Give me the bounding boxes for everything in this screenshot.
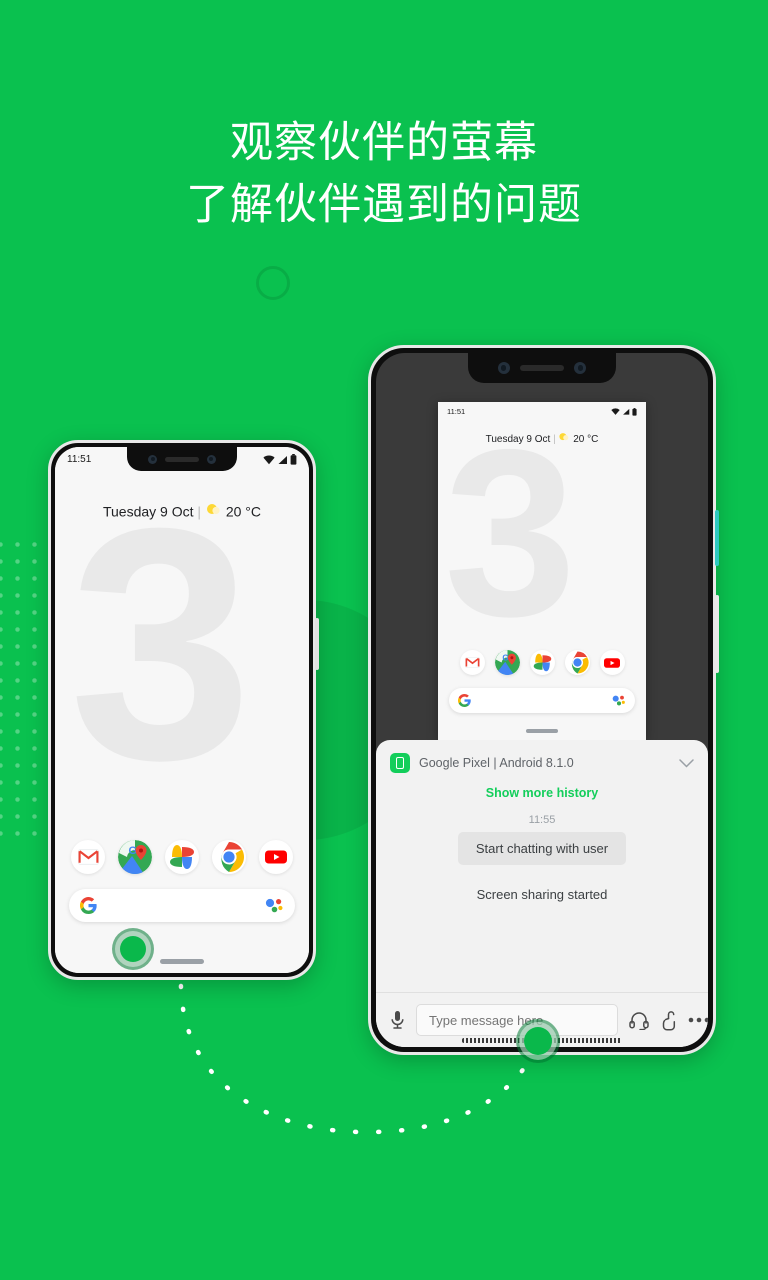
front-camera-secondary-icon [206, 454, 216, 464]
svg-text:G: G [502, 653, 508, 662]
battery-icon [290, 454, 297, 465]
chat-device-header[interactable]: Google Pixel | Android 8.1.0 [376, 740, 708, 782]
chevron-down-icon[interactable] [679, 757, 694, 770]
left-dock: G [55, 840, 309, 874]
right-touch-indicator [524, 1027, 552, 1055]
dock-icon-youtube[interactable] [259, 840, 293, 874]
left-google-search-bar[interactable] [69, 889, 295, 922]
left-phone-notch [127, 447, 237, 471]
sun-icon [206, 504, 220, 515]
left-touch-indicator [120, 936, 146, 962]
message-bubble-row: Start chatting with user [376, 832, 708, 865]
system-status-message: Screen sharing started [476, 887, 608, 902]
date-text: Tuesday 9 Oct [102, 503, 194, 520]
decorative-ring [256, 266, 290, 300]
right-phone-notch [468, 353, 616, 383]
microphone-icon[interactable] [390, 1010, 405, 1030]
message-input[interactable] [416, 1004, 618, 1036]
left-phone: 3 11:51 Tuesday 9 Oct | 20 °C G [48, 440, 319, 980]
mirrored-wallpaper-digit: 3 [444, 402, 577, 666]
date-text: Tuesday 9 Oct [485, 433, 551, 445]
battery-icon [632, 407, 637, 416]
show-more-history-link[interactable]: Show more history [376, 782, 708, 814]
right-phone-power-button[interactable] [715, 510, 719, 566]
message-timestamp: 11:55 [528, 814, 556, 826]
wifi-icon [611, 408, 620, 415]
mirrored-screen: 3 11:51 Tuesday 9 Oct | 20 °C G [438, 402, 646, 740]
right-phone-volume-button[interactable] [715, 595, 719, 673]
dock-icon-youtube [599, 650, 625, 675]
temperature-text: 20 °C [225, 503, 261, 520]
mirrored-nav-gesture-pill [526, 729, 558, 733]
device-title: Google Pixel | Android 8.1.0 [419, 756, 574, 770]
left-phone-power-button[interactable] [315, 618, 319, 670]
date-separator: | [553, 433, 556, 445]
earpiece-speaker [165, 456, 199, 462]
chat-message-bubble[interactable]: Start chatting with user [457, 832, 627, 865]
right-phone: 3 11:51 Tuesday 9 Oct | 20 °C G Google P… [368, 345, 719, 1055]
left-date-strip[interactable]: Tuesday 9 Oct | 20 °C [55, 501, 309, 519]
headline-line-1: 观察伙伴的萤幕 [230, 119, 538, 167]
front-camera-secondary-icon [574, 362, 587, 374]
google-assistant-icon [612, 695, 625, 706]
pointing-hand-icon[interactable] [660, 1010, 677, 1031]
left-phone-screen: 3 11:51 Tuesday 9 Oct | 20 °C G [55, 447, 309, 973]
mirrored-dock: G [438, 650, 646, 675]
dock-icon-gmail[interactable] [71, 840, 105, 874]
google-g-icon [458, 694, 471, 707]
dock-icon-photos [529, 650, 555, 675]
dock-icon-photos[interactable] [165, 840, 199, 874]
page-headline: 观察伙伴的萤幕 了解伙伴遇到的问题 [0, 112, 768, 237]
wallpaper-digit: 3 [69, 459, 253, 828]
more-horizontal-icon[interactable] [688, 1017, 708, 1023]
mirrored-date-strip: Tuesday 9 Oct | 20 °C [438, 431, 646, 445]
right-phone-screen: 3 11:51 Tuesday 9 Oct | 20 °C G Google P… [376, 353, 708, 1047]
phone-icon [390, 753, 410, 773]
dock-icon-maps[interactable]: G [118, 840, 152, 874]
dock-icon-chrome [564, 650, 590, 675]
mirrored-home-screen: 3 11:51 Tuesday 9 Oct | 20 °C G [438, 402, 646, 740]
wifi-icon [263, 455, 275, 464]
sun-icon [559, 433, 569, 441]
dock-icon-maps: G [494, 650, 520, 675]
date-separator: | [197, 503, 202, 520]
mirrored-google-search-bar [449, 688, 635, 713]
chat-panel: Google Pixel | Android 8.1.0 Show more h… [376, 740, 708, 1047]
signal-icon [623, 408, 630, 415]
dock-icon-chrome[interactable] [212, 840, 246, 874]
headset-icon[interactable] [629, 1011, 649, 1030]
headline-line-2: 了解伙伴遇到的问题 [186, 181, 582, 230]
front-camera-icon [497, 362, 510, 374]
earpiece-speaker [520, 365, 564, 371]
google-g-icon [80, 897, 97, 914]
dock-icon-gmail [459, 650, 485, 675]
front-camera-icon [148, 454, 158, 464]
google-assistant-icon[interactable] [265, 898, 284, 913]
left-nav-gesture-pill[interactable] [160, 959, 204, 964]
signal-icon [278, 455, 287, 464]
temperature-text: 20 °C [573, 433, 599, 445]
left-home-screen: 3 11:51 Tuesday 9 Oct | 20 °C G [55, 447, 309, 973]
